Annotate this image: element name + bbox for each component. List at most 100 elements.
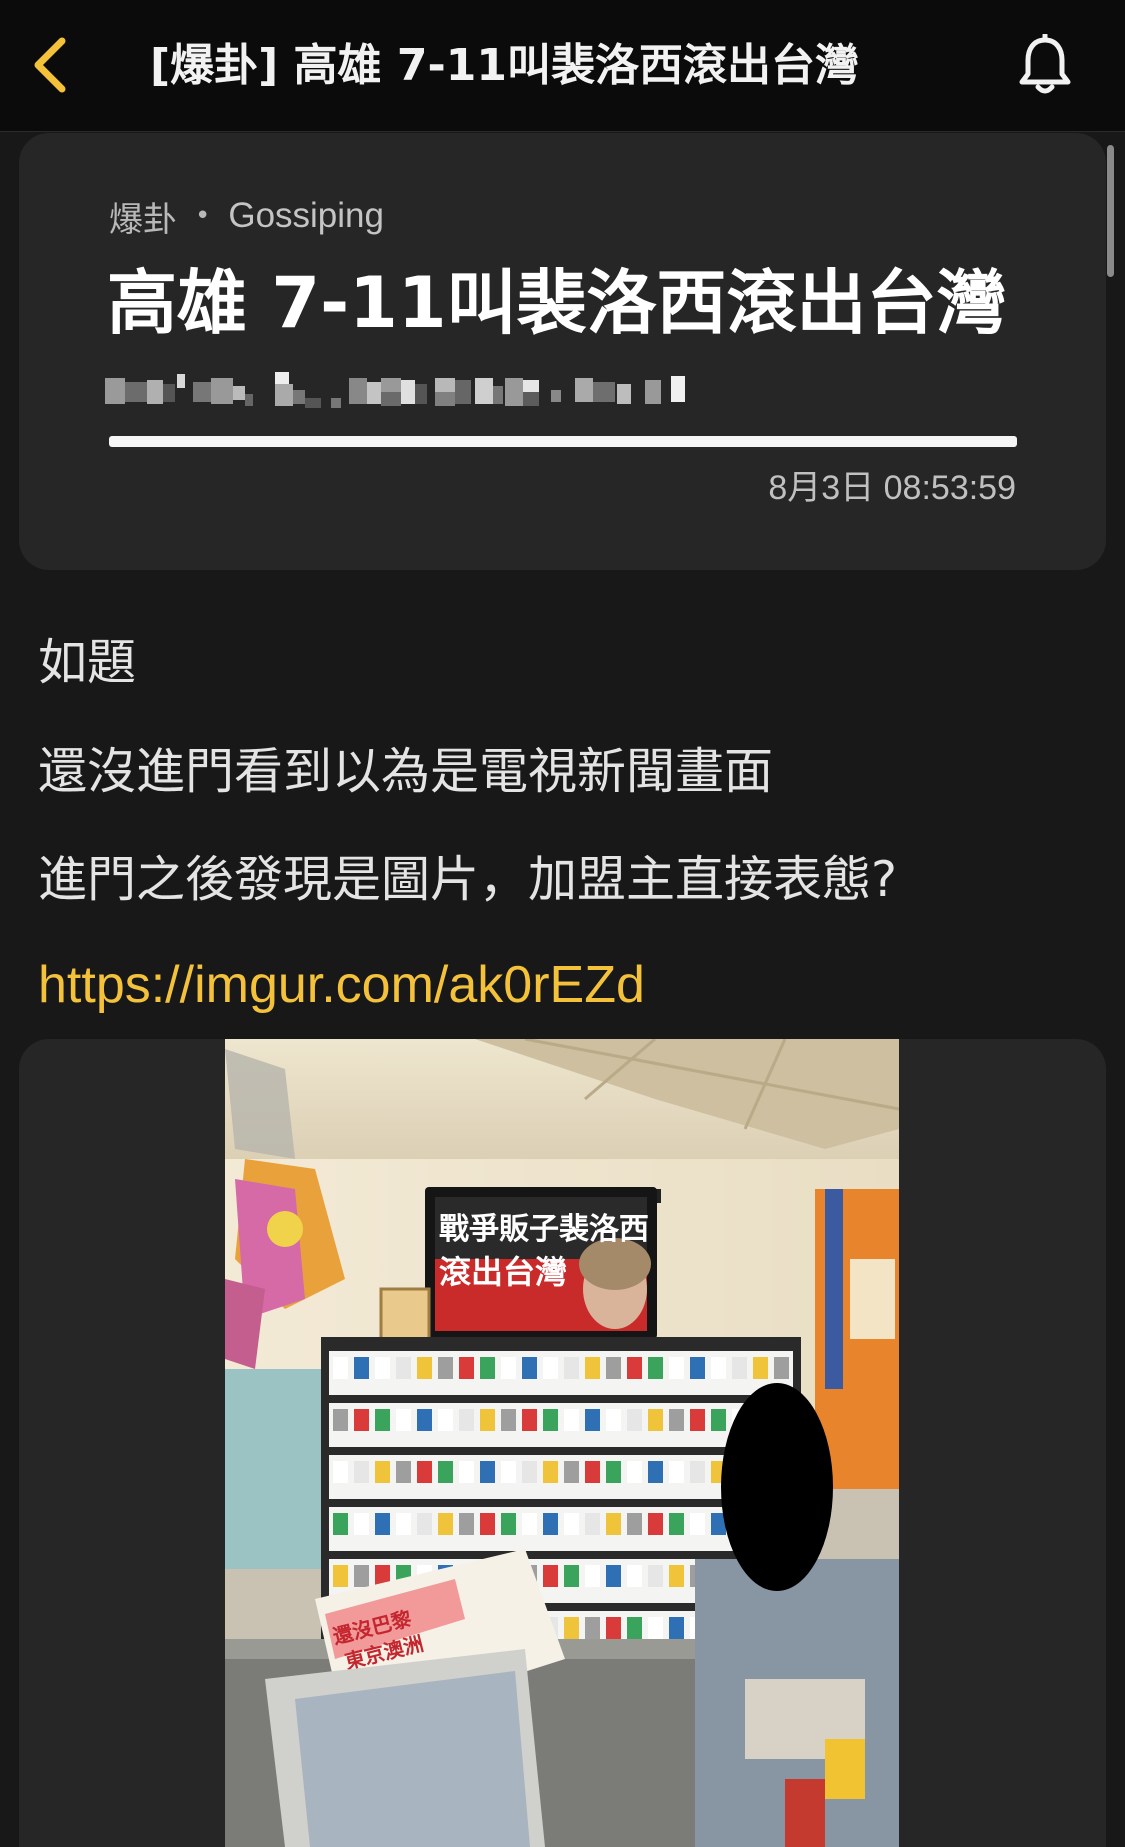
blurred-author-info [105, 372, 685, 408]
cigarette-pack [627, 1409, 642, 1431]
cigarette-pack [375, 1357, 390, 1379]
cigarette-pack [438, 1461, 453, 1483]
cigarette-pack [564, 1565, 579, 1587]
cigarette-pack [417, 1357, 432, 1379]
cigarette-pack [564, 1617, 579, 1639]
cigarette-pack [438, 1513, 453, 1535]
read-progress-bar [109, 436, 1017, 447]
cigarette-pack [417, 1461, 432, 1483]
cigarette-pack [354, 1461, 369, 1483]
cigarette-pack [711, 1357, 726, 1379]
cigarette-pack [585, 1617, 600, 1639]
cigarette-pack [333, 1461, 348, 1483]
cigarette-pack [648, 1357, 663, 1379]
cigarette-pack [480, 1461, 495, 1483]
cigarette-pack [690, 1513, 705, 1535]
board-label[interactable]: 爆卦 [109, 192, 177, 241]
board-name[interactable]: Gossiping [228, 196, 384, 236]
scrollbar[interactable] [1107, 145, 1114, 277]
image-card[interactable]: 戰爭販子裴洛西 滾出台灣 還沒巴黎 東京澳洲 [19, 1039, 1106, 1847]
cigarette-pack [564, 1461, 579, 1483]
post-title: 高雄 7-11叫裴洛西滾出台灣 [107, 262, 1007, 344]
cigarette-pack [354, 1513, 369, 1535]
cigarette-pack [606, 1617, 621, 1639]
back-button[interactable] [20, 30, 80, 100]
cigarette-pack [522, 1357, 537, 1379]
cigarette-pack [669, 1461, 684, 1483]
cigarette-pack [375, 1409, 390, 1431]
cigarette-pack [585, 1565, 600, 1587]
cigarette-pack [627, 1565, 642, 1587]
tv-caption-line2: 滾出台灣 [439, 1253, 567, 1291]
cigarette-pack [333, 1565, 348, 1587]
cigarette-pack [585, 1357, 600, 1379]
cigarette-pack [543, 1357, 558, 1379]
cigarette-pack [354, 1565, 369, 1587]
cigarette-pack [438, 1357, 453, 1379]
tv-caption-line1: 戰爭販子裴洛西 [439, 1212, 649, 1247]
cigarette-pack [480, 1409, 495, 1431]
body-line: 還沒進門看到以為是電視新聞畫面 [38, 743, 774, 800]
cigarette-pack [543, 1409, 558, 1431]
cigarette-pack [543, 1461, 558, 1483]
notification-button[interactable] [1010, 30, 1080, 100]
cigarette-pack [459, 1461, 474, 1483]
cigarette-pack [522, 1461, 537, 1483]
post-header-card: 爆卦 • Gossiping 高雄 7-11叫裴洛西滾出台灣 8月3日 08:5… [19, 133, 1106, 570]
cigarette-pack [606, 1409, 621, 1431]
post-link[interactable]: https://imgur.com/ak0rEZd [38, 950, 645, 1020]
top-nav-bar: [爆卦] 高雄 7-11叫裴洛西滾出台灣 [0, 0, 1125, 132]
cigarette-pack [564, 1409, 579, 1431]
separator-dot: • [195, 201, 211, 231]
cigarette-pack [690, 1409, 705, 1431]
cigarette-pack [669, 1565, 684, 1587]
cigarette-pack [669, 1409, 684, 1431]
cigarette-pack [522, 1513, 537, 1535]
cigarette-pack [333, 1513, 348, 1535]
bell-icon [1019, 34, 1071, 94]
cigarette-pack [459, 1409, 474, 1431]
cigarette-pack [585, 1513, 600, 1535]
cigarette-pack [606, 1461, 621, 1483]
cigarette-pack [669, 1357, 684, 1379]
nav-title: [爆卦] 高雄 7-11叫裴洛西滾出台灣 [150, 40, 859, 91]
cigarette-pack [501, 1357, 516, 1379]
cigarette-pack [375, 1461, 390, 1483]
store-photo[interactable]: 戰爭販子裴洛西 滾出台灣 還沒巴黎 東京澳洲 [225, 1039, 899, 1847]
cigarette-pack [501, 1513, 516, 1535]
cigarette-pack [606, 1357, 621, 1379]
cigarette-pack [774, 1357, 789, 1379]
cigarette-pack [732, 1357, 747, 1379]
cigarette-pack [648, 1461, 663, 1483]
cigarette-pack [354, 1357, 369, 1379]
cigarette-pack [627, 1357, 642, 1379]
post-timestamp: 8月3日 08:53:59 [768, 469, 1016, 507]
cigarette-pack [690, 1357, 705, 1379]
cigarette-pack [753, 1357, 768, 1379]
cigarette-pack [711, 1409, 726, 1431]
cigarette-pack [396, 1409, 411, 1431]
cigarette-pack [648, 1513, 663, 1535]
cigarette-pack [627, 1461, 642, 1483]
cigarette-pack [459, 1357, 474, 1379]
cigarette-pack [354, 1409, 369, 1431]
read-progress-fill [109, 436, 1017, 447]
cigarette-pack [459, 1513, 474, 1535]
body-line: 如題 [38, 634, 137, 691]
post-meta: 爆卦 • Gossiping [109, 191, 384, 241]
cigarette-pack [564, 1513, 579, 1535]
cigarette-pack [396, 1357, 411, 1379]
cigarette-pack [543, 1513, 558, 1535]
cigarette-pack [648, 1409, 663, 1431]
cigarette-pack [375, 1513, 390, 1535]
cigarette-pack [669, 1617, 684, 1639]
cigarette-pack [585, 1409, 600, 1431]
cigarette-pack [648, 1617, 663, 1639]
cigarette-pack [522, 1409, 537, 1431]
cigarette-pack [648, 1565, 663, 1587]
cigarette-pack [501, 1409, 516, 1431]
chevron-left-icon [34, 37, 66, 93]
cigarette-pack [585, 1461, 600, 1483]
cigarette-pack [396, 1461, 411, 1483]
cigarette-pack [333, 1409, 348, 1431]
